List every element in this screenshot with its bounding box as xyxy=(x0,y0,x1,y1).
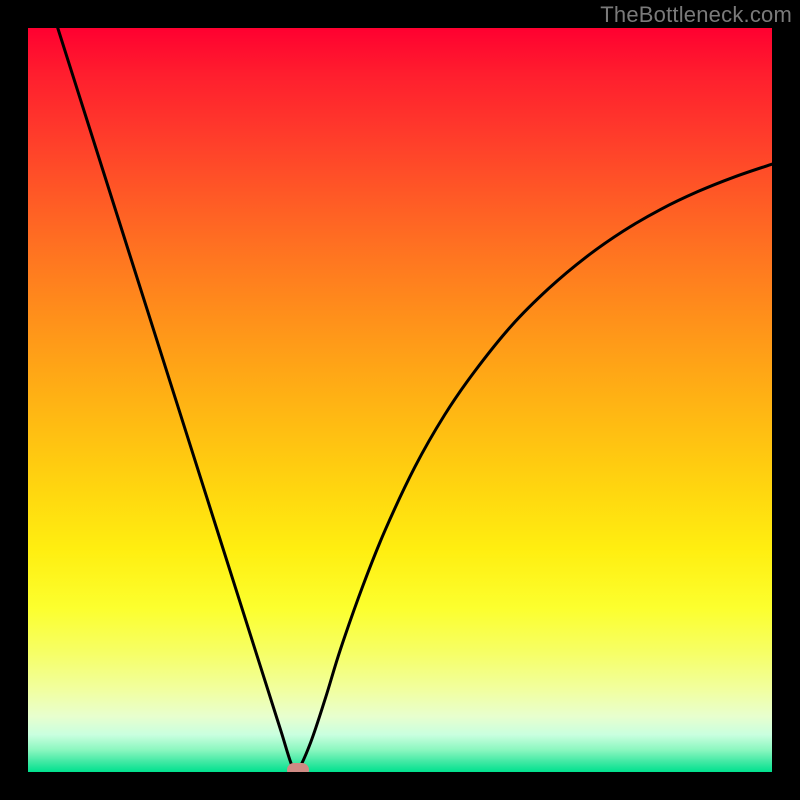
optimum-marker xyxy=(287,763,309,772)
chart-frame: TheBottleneck.com xyxy=(0,0,800,800)
bottleneck-curve xyxy=(28,28,772,772)
plot-area xyxy=(28,28,772,772)
watermark-text: TheBottleneck.com xyxy=(600,2,792,28)
